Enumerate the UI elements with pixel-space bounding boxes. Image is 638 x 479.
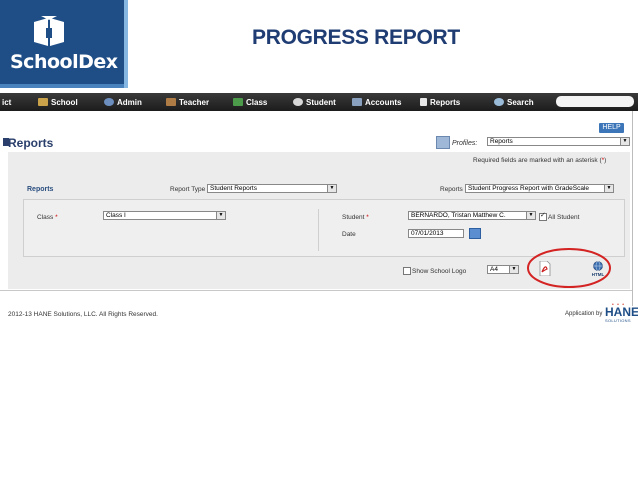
student-select[interactable]: BERNARDO, Tristan Matthew C. ▼ [408,211,536,220]
brand-name: SchoolDex [10,51,118,73]
column-divider [318,209,319,251]
hane-logo-sub: SOLUTIONS [605,318,631,323]
reports-value: Student Progress Report with GradeScale [468,185,590,192]
copyright-text: 2012-13 HANE Solutions, LLC. All Rights … [8,311,158,318]
nav-item-search[interactable]: Search [494,93,534,111]
nav-item-label: Search [507,97,534,107]
chevron-down-icon: ▼ [526,212,535,219]
required-asterisk: * [55,214,58,221]
application-by-label: Application by [565,311,603,317]
show-school-logo-label: Show School Logo [412,268,467,275]
page-title: Reports [8,136,54,150]
date-input[interactable]: 07/01/2013 [408,229,464,238]
chevron-down-icon: ▼ [604,185,613,192]
all-student-checkbox[interactable] [539,211,547,221]
nav-item-label: School [51,97,78,107]
required-note-text: Required fields are marked with an aster… [473,157,602,164]
class-label-text: Class [37,214,54,221]
required-note-close: ) [604,157,607,164]
reports-icon [420,98,427,106]
admin-icon [104,98,114,106]
nav-item-label: Accounts [365,97,402,107]
class-icon [233,98,243,106]
all-student-label: All Student [548,214,580,221]
accounts-icon [352,98,362,106]
brand-band-bottom [0,84,124,88]
nav-item-school[interactable]: School [38,93,78,111]
chevron-down-icon: ▼ [216,212,225,219]
calendar-icon[interactable] [469,228,481,239]
reports-label: Reports [440,186,463,193]
divider [0,290,632,291]
nav-item-accounts[interactable]: Accounts [352,93,401,111]
chevron-down-icon: ▼ [327,185,336,192]
chevron-down-icon: ▼ [620,138,629,145]
schooldex-logo-icon [34,16,64,46]
hane-logo: HANE [605,305,638,319]
reports-select[interactable]: Student Progress Report with GradeScale … [465,184,614,193]
student-value: BERNARDO, Tristan Matthew C. [411,212,506,219]
nav-item-reports[interactable]: Reports [420,93,460,111]
nav-item-label: ict [2,97,12,107]
search-icon [494,98,504,106]
report-type-select[interactable]: Student Reports ▼ [207,184,337,193]
teacher-icon [166,98,176,106]
export-highlight-ellipse [527,248,611,288]
nav-item-teacher[interactable]: Teacher [166,93,209,111]
section-label-reports: Reports [27,186,54,193]
show-school-logo-checkbox[interactable] [403,267,411,275]
search-input[interactable] [556,96,634,107]
report-type-value: Student Reports [210,185,257,192]
report-type-label: Report Type [170,186,206,193]
required-fields-note: Required fields are marked with an aster… [473,157,606,164]
chevron-down-icon: ▼ [509,266,518,273]
nav-item-label: Class [246,97,268,107]
paper-size-value: A4 [490,266,498,273]
school-icon [38,98,48,106]
brand-band-edge [124,0,128,88]
student-icon [293,98,303,106]
nav-item-label: Reports [430,97,461,107]
required-asterisk: * [366,214,369,221]
profiles-select-value: Reports [490,138,513,145]
paper-size-select[interactable]: A4 ▼ [487,265,519,274]
nav-item-student[interactable]: Student [293,93,336,111]
nav-item-cut-off[interactable]: ict [2,93,11,111]
help-button[interactable]: HELP [599,123,624,133]
class-value: Class I [106,212,126,219]
class-label: Class * [37,214,58,221]
nav-item-admin[interactable]: Admin [104,93,142,111]
nav-item-label: Student [306,97,336,107]
profiles-icon[interactable] [436,136,450,149]
profiles-select[interactable]: Reports ▼ [487,137,630,146]
nav-item-label: Admin [117,97,142,107]
slide-title: PROGRESS REPORT [252,26,460,49]
student-label: Student * [342,214,369,221]
class-select[interactable]: Class I ▼ [103,211,226,220]
nav-item-label: Teacher [179,97,210,107]
nav-item-class[interactable]: Class [233,93,267,111]
date-label: Date [342,231,356,238]
student-label-text: Student [342,214,365,221]
profiles-label: Profiles: [452,140,478,147]
